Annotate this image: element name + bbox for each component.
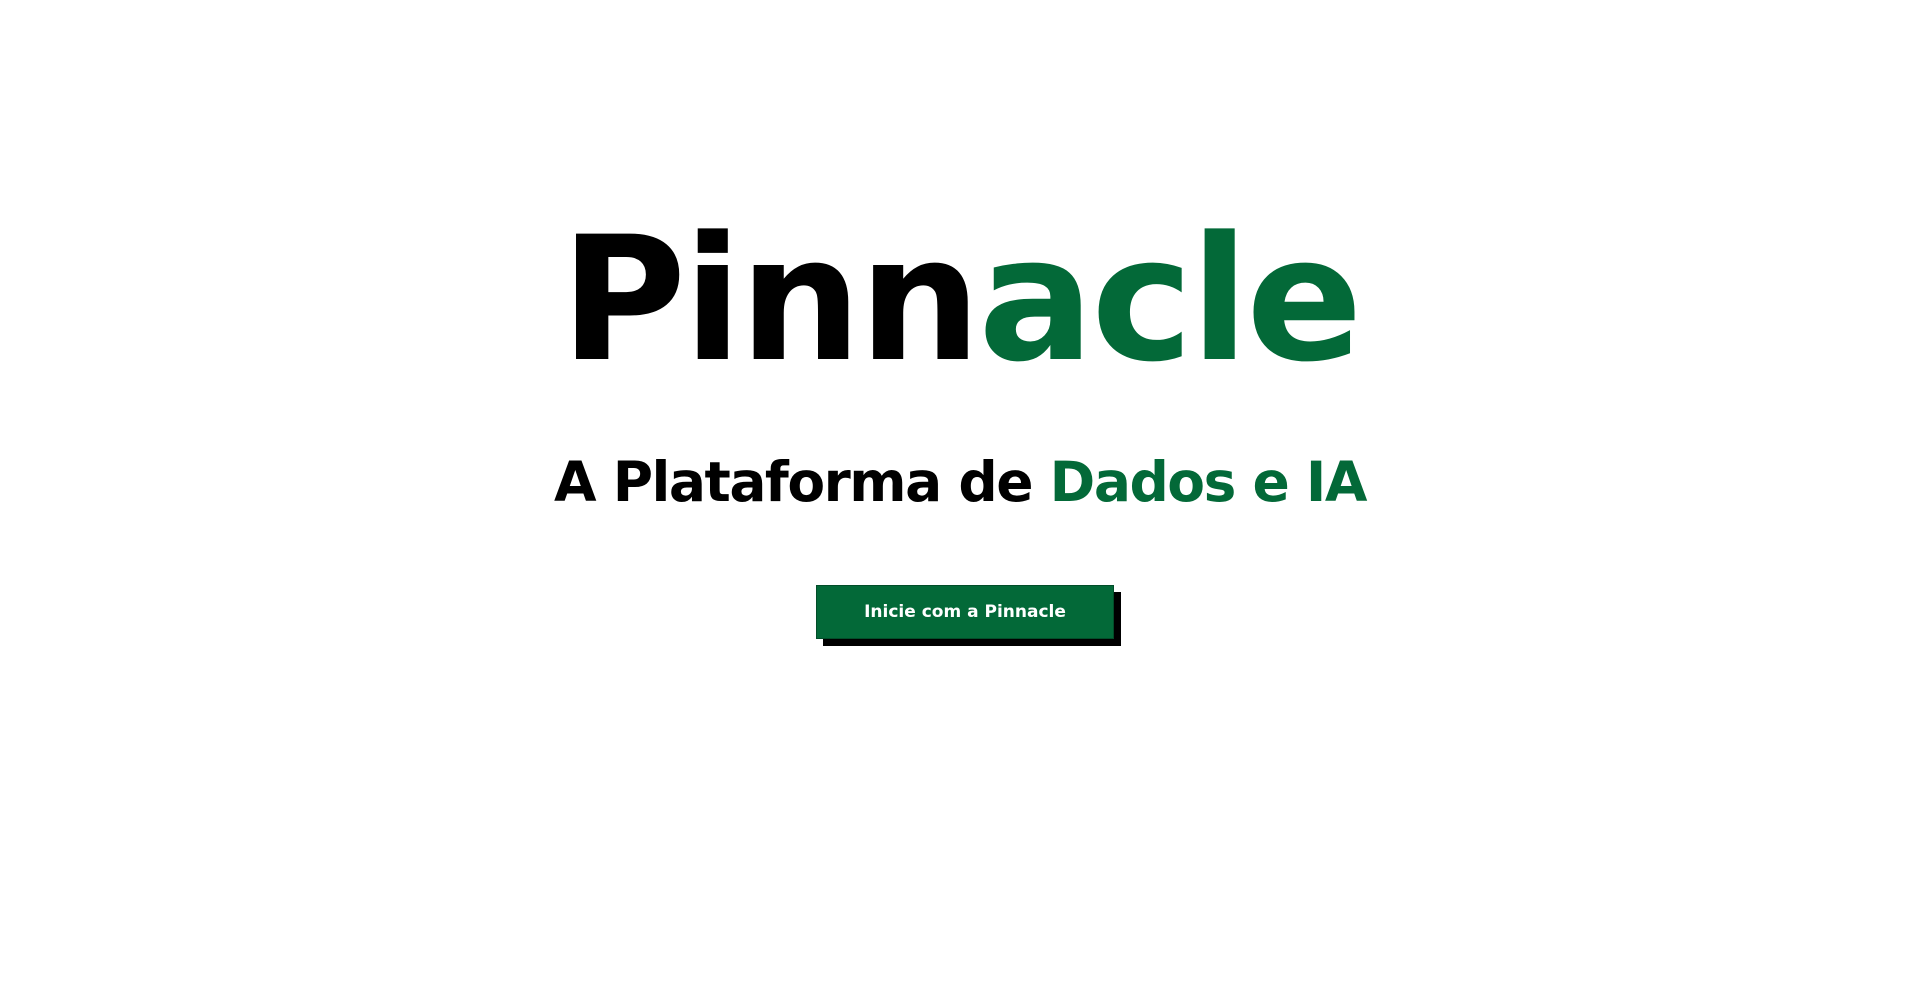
brand-title-dark: Pinn — [560, 199, 981, 400]
tagline-dark: A Plataforma de — [554, 450, 1050, 514]
cta-container: Inicie com a Pinnacle — [816, 585, 1121, 646]
tagline-green: Dados e IA — [1049, 450, 1368, 514]
hero-section: Pinnacle A Plataforma de Dados e IA Inic… — [0, 0, 1920, 1007]
brand-title: Pinnacle — [0, 214, 1920, 386]
brand-title-green: acle — [978, 199, 1363, 400]
get-started-button[interactable]: Inicie com a Pinnacle — [816, 585, 1114, 639]
tagline: A Plataforma de Dados e IA — [0, 455, 1920, 510]
